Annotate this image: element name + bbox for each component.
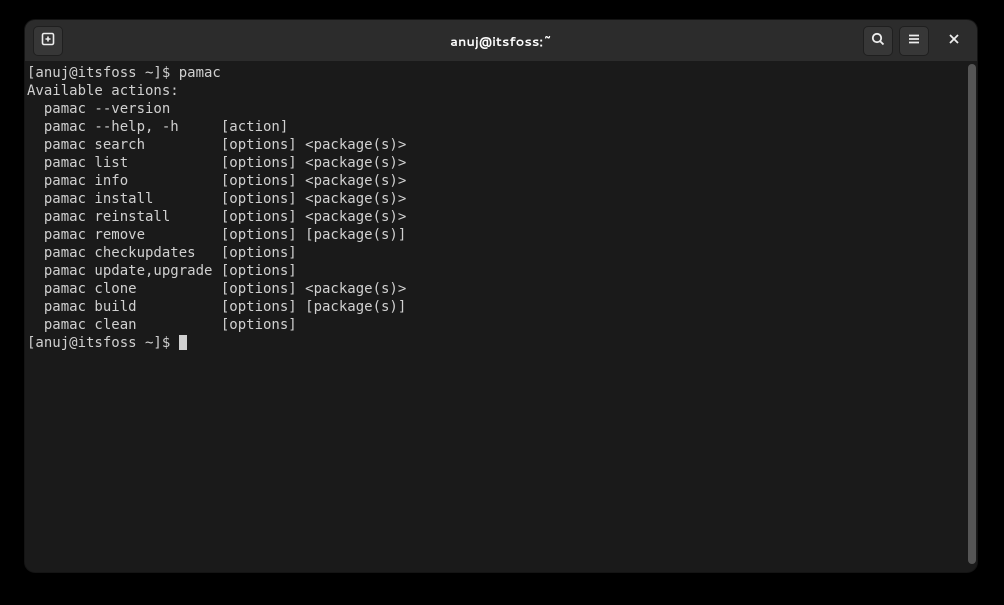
new-tab-button[interactable] <box>33 26 63 56</box>
search-button[interactable] <box>863 26 893 56</box>
output-line: pamac clean [options] <box>27 317 297 333</box>
output-line: pamac search [options] <package(s)> <box>27 137 406 153</box>
output-line: pamac clone [options] <package(s)> <box>27 281 406 297</box>
close-icon <box>947 31 961 50</box>
scrollbar[interactable] <box>968 64 976 564</box>
search-icon <box>870 31 886 51</box>
titlebar-right <box>863 26 969 56</box>
output-line: pamac install [options] <package(s)> <box>27 191 406 207</box>
terminal-body[interactable]: [anuj@itsfoss ~]$ pamac Available action… <box>25 62 977 572</box>
output-line: pamac info [options] <package(s)> <box>27 173 406 189</box>
prompt: [anuj@itsfoss ~]$ <box>27 335 179 351</box>
output-line: pamac list [options] <package(s)> <box>27 155 406 171</box>
output-line: pamac build [options] [package(s)] <box>27 299 406 315</box>
output-line: pamac --version <box>27 101 170 117</box>
titlebar-center: anuj@itsfoss:~ <box>25 31 977 51</box>
output-line: pamac --help, -h [action] <box>27 119 288 135</box>
hamburger-icon <box>906 31 922 51</box>
terminal-content: [anuj@itsfoss ~]$ pamac Available action… <box>25 62 977 354</box>
prompt: [anuj@itsfoss ~]$ <box>27 65 179 81</box>
cursor <box>179 335 187 350</box>
output-line: pamac reinstall [options] <package(s)> <box>27 209 406 225</box>
close-button[interactable] <box>939 26 969 56</box>
output-line: Available actions: <box>27 83 179 99</box>
titlebar: anuj@itsfoss:~ <box>25 20 977 62</box>
output-line: pamac remove [options] [package(s)] <box>27 227 406 243</box>
titlebar-left <box>33 26 63 56</box>
new-tab-icon <box>40 31 56 51</box>
output-line: pamac checkupdates [options] <box>27 245 297 261</box>
menu-button[interactable] <box>899 26 929 56</box>
terminal-window: anuj@itsfoss:~ <box>25 20 977 572</box>
window-title: anuj@itsfoss:~ <box>450 33 552 51</box>
command-text: pamac <box>179 65 221 81</box>
output-line: pamac update,upgrade [options] <box>27 263 297 279</box>
